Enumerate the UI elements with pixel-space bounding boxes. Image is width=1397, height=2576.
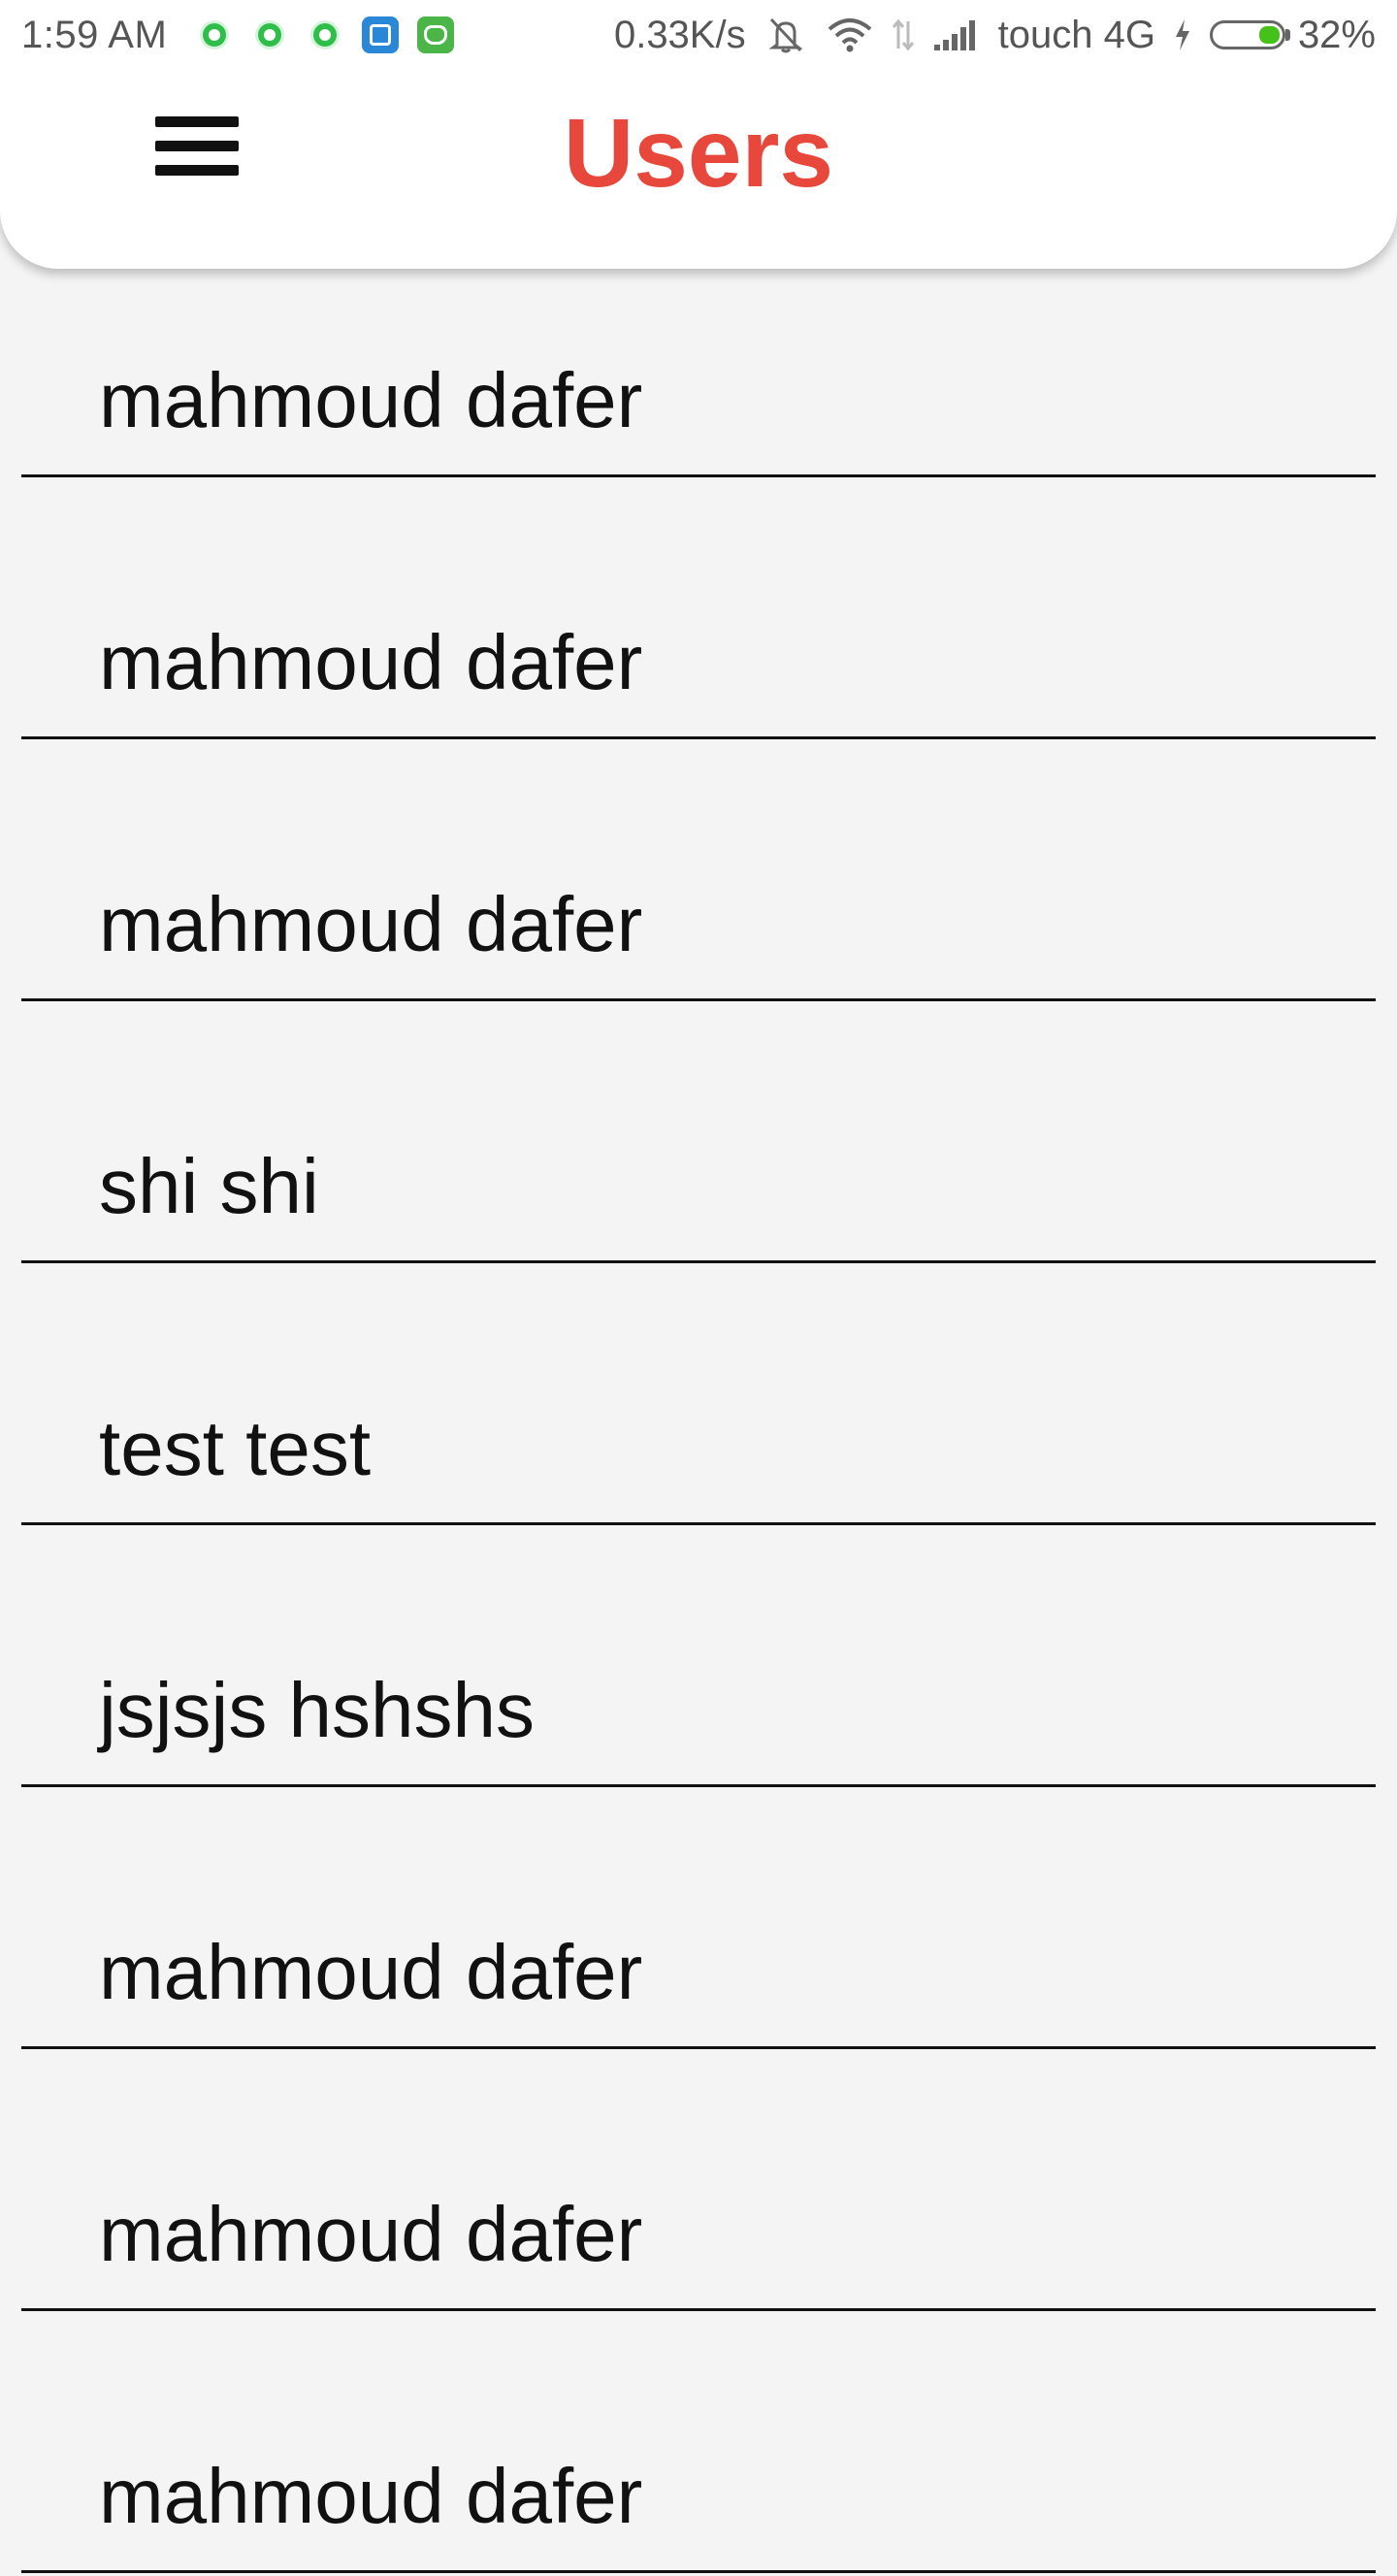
user-name: mahmoud dafer	[99, 357, 643, 443]
list-item[interactable]: test test	[0, 1266, 1397, 1528]
list-item[interactable]: mahmoud dafer	[0, 2314, 1397, 2576]
whatsapp-icon	[307, 16, 344, 53]
battery-percent: 32%	[1297, 13, 1376, 56]
user-list: mahmoud dafer mahmoud dafer mahmoud dafe…	[0, 218, 1397, 2576]
user-name: mahmoud dafer	[99, 619, 643, 705]
divider	[21, 474, 1376, 477]
divider	[21, 998, 1376, 1001]
carrier-label: touch 4G	[997, 13, 1155, 56]
whatsapp-icon	[251, 16, 289, 53]
whatsapp-icon	[196, 16, 234, 53]
divider	[21, 2046, 1376, 2049]
list-item[interactable]: mahmoud dafer	[0, 742, 1397, 1004]
user-name: mahmoud dafer	[99, 1929, 643, 2015]
data-transfer-icon	[892, 16, 915, 54]
notification-icons	[196, 16, 472, 53]
list-item[interactable]: jsjsjs hshshs	[0, 1528, 1397, 1790]
user-name: jsjsjs hshshs	[99, 1667, 536, 1753]
charging-icon	[1173, 16, 1192, 54]
network-speed: 0.33K/s	[613, 13, 746, 56]
status-bar-right: 0.33K/s touch 4G 32%	[597, 0, 1376, 70]
divider	[21, 2308, 1376, 2311]
divider	[21, 1260, 1376, 1263]
list-item[interactable]: mahmoud dafer	[0, 1790, 1397, 2052]
user-name: mahmoud dafer	[99, 2191, 643, 2277]
user-name: test test	[99, 1405, 372, 1491]
user-name: mahmoud dafer	[99, 2453, 643, 2539]
app-bar: Users	[0, 49, 1397, 269]
battery-icon	[1209, 20, 1290, 49]
page-title: Users	[564, 99, 833, 208]
android-icon	[417, 16, 455, 53]
list-item[interactable]: mahmoud dafer	[0, 2052, 1397, 2314]
divider	[21, 2570, 1376, 2573]
mute-icon	[763, 16, 808, 54]
wifi-icon	[826, 16, 874, 54]
app-store-icon	[362, 16, 400, 53]
signal-icon	[932, 16, 981, 54]
list-item[interactable]: mahmoud dafer	[0, 480, 1397, 742]
status-time: 1:59 AM	[21, 13, 168, 56]
divider	[21, 1784, 1376, 1787]
status-bar-left: 1:59 AM	[21, 0, 472, 70]
user-name: shi shi	[99, 1143, 319, 1229]
divider	[21, 1522, 1376, 1525]
divider	[21, 736, 1376, 739]
status-bar: 1:59 AM 0.33K/s touch 4G 32%	[0, 0, 1397, 70]
list-item[interactable]: shi shi	[0, 1004, 1397, 1266]
user-name: mahmoud dafer	[99, 881, 643, 967]
